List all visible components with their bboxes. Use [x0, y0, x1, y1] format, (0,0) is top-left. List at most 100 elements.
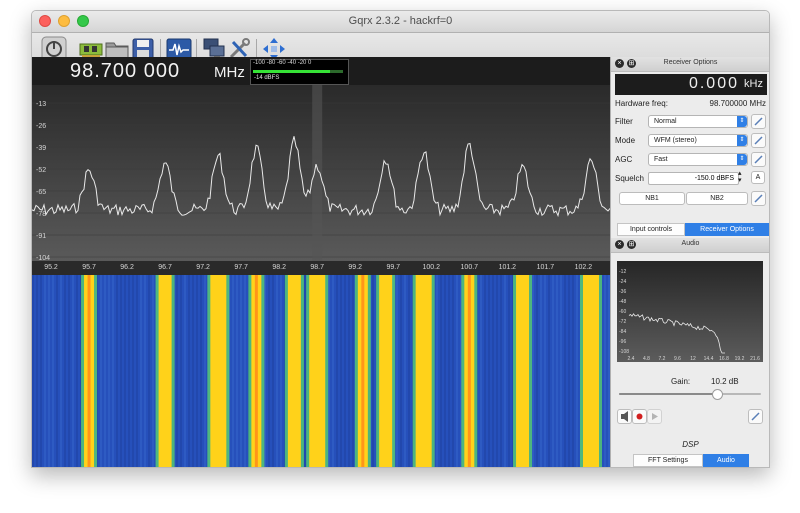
meter-scale: -100 -80 -60 -40 -20 0: [253, 60, 312, 66]
filter-options-button[interactable]: [751, 114, 766, 129]
dsp-label: DSP: [682, 440, 699, 449]
tab-audio[interactable]: Audio: [703, 454, 749, 467]
waterfall-noise-column: [396, 275, 398, 467]
chevron-updown-icon: ⇕: [737, 154, 747, 165]
waterfall-noise-column: [508, 275, 510, 467]
waterfall-noise-column: [192, 275, 194, 467]
gain-slider-knob[interactable]: [711, 389, 723, 400]
spectrum-waterfall-area[interactable]: -13 -26 -39 -52 -65 -78 -91 -104 95.2 95.7 96.2 96.…: [32, 85, 610, 467]
filter-select[interactable]: Normal ⇕: [648, 115, 748, 128]
waterfall-noise-column: [144, 275, 146, 467]
waterfall-noise-column: [556, 275, 558, 467]
waterfall-band: [516, 275, 530, 467]
center-frequency-band: [312, 85, 323, 275]
waterfall-noise-column: [280, 275, 282, 467]
waterfall-noise-column: [400, 275, 402, 467]
wrench-icon: [754, 136, 763, 145]
waterfall-noise-column: [544, 275, 546, 467]
title-bar: Gqrx 2.3.2 - hackrf=0: [32, 11, 769, 33]
agc-options-button[interactable]: [751, 152, 766, 167]
waterfall-noise-column: [236, 275, 238, 467]
tab-input-controls[interactable]: Input controls: [617, 223, 685, 236]
waterfall-noise-column: [532, 275, 534, 467]
audio-y-tick: -96: [619, 339, 626, 345]
waterfall-band: [582, 275, 599, 467]
audio-x-tick: 14.4: [704, 356, 714, 362]
squelch-auto-button[interactable]: A: [751, 171, 765, 184]
frequency-x-tick: 98.2: [272, 264, 286, 271]
nb2-button[interactable]: NB2: [686, 192, 748, 205]
waterfall-noise-column: [568, 275, 570, 467]
wrench-icon: [754, 194, 763, 203]
waterfall-band-peak: [87, 275, 91, 467]
waterfall-noise-column: [492, 275, 494, 467]
waterfall-noise-column: [124, 275, 126, 467]
speaker-icon: [621, 411, 628, 422]
frequency-x-tick: 96.2: [120, 264, 134, 271]
record-icon: [636, 413, 643, 420]
waterfall-noise-column: [132, 275, 134, 467]
meter-value: -14 dBFS: [254, 75, 280, 81]
mode-options-button[interactable]: [751, 133, 766, 148]
play-button[interactable]: [617, 409, 632, 424]
spectrum-y-tick: -39: [36, 145, 46, 152]
agc-value: Fast: [654, 156, 668, 163]
audio-title: Audio: [681, 240, 700, 247]
audio-y-tick: -48: [619, 299, 626, 305]
spectrum-plot[interactable]: -13 -26 -39 -52 -65 -78 -91 -104 95.2 95.7 96.2 96.…: [32, 85, 610, 467]
audio-options-button[interactable]: [748, 409, 763, 424]
audio-y-tick: -36: [619, 289, 626, 295]
mode-select[interactable]: WFM (stereo) ⇕: [648, 134, 748, 147]
waterfall-noise-column: [180, 275, 182, 467]
squelch-stepper[interactable]: ▴ ▾: [738, 170, 742, 184]
waterfall-band: [379, 275, 393, 467]
waterfall-noise-column: [276, 275, 278, 467]
waterfall-noise-column: [64, 275, 66, 467]
audio-x-tick: 9.6: [674, 356, 681, 362]
waterfall-noise-column: [496, 275, 498, 467]
waterfall-noise-column: [184, 275, 186, 467]
playback-button[interactable]: [647, 409, 662, 424]
waterfall-noise-column: [200, 275, 202, 467]
frequency-unit: MHz: [214, 64, 245, 81]
filter-value: Normal: [654, 118, 677, 125]
audio-fft-plot: -12 -24 -36 -48 -60 -72 -84 -96 -108 2.4 4.8 7.2 9.6…: [617, 261, 763, 362]
waterfall-noise-column: [352, 275, 354, 467]
nb1-button[interactable]: NB1: [619, 192, 685, 205]
audio-plot-background: [617, 261, 763, 362]
waterfall-noise-column: [560, 275, 562, 467]
filter-label: Filter: [615, 117, 633, 126]
spectrum-y-tick: -13: [36, 101, 46, 108]
waterfall-noise-column: [564, 275, 566, 467]
tab-fft-settings[interactable]: FFT Settings: [633, 454, 703, 467]
wrench-icon: [754, 155, 763, 164]
waterfall-noise-column: [304, 275, 306, 467]
audio-x-tick: 19.2: [735, 356, 745, 362]
noise-blanker-options-button[interactable]: [751, 191, 766, 206]
waterfall-noise-column: [448, 275, 450, 467]
rx-offset-display[interactable]: 0.000 kHz: [615, 74, 767, 95]
record-button[interactable]: [632, 409, 647, 424]
waterfall-band-peak: [467, 275, 471, 467]
receiver-tabs: Input controls Receiver Options: [617, 223, 769, 236]
waterfall-noise-column: [60, 275, 62, 467]
tab-receiver-options[interactable]: Receiver Options: [685, 223, 769, 236]
agc-select[interactable]: Fast ⇕: [648, 153, 748, 166]
hardware-freq-value: 98.700000 MHz: [709, 99, 766, 108]
waterfall-noise-column: [536, 275, 538, 467]
waterfall-band: [309, 275, 326, 467]
waterfall-noise-column: [504, 275, 506, 467]
gain-slider-fill: [619, 393, 717, 395]
waterfall-noise-column: [136, 275, 138, 467]
frequency-display[interactable]: 98.700 000: [70, 60, 180, 83]
frequency-x-tick: 95.7: [82, 264, 96, 271]
waterfall-noise-column: [232, 275, 234, 467]
waterfall-noise-column: [452, 275, 454, 467]
squelch-input[interactable]: -150.0 dBFS: [648, 172, 739, 185]
waterfall-band: [158, 275, 172, 467]
right-dock-panel: × ⊞ Receiver Options 0.000 kHz Hardware …: [610, 57, 769, 467]
waterfall-noise-column: [112, 275, 114, 467]
waterfall-noise-column: [572, 275, 574, 467]
gain-slider[interactable]: [619, 389, 761, 400]
waterfall-noise-column: [444, 275, 446, 467]
